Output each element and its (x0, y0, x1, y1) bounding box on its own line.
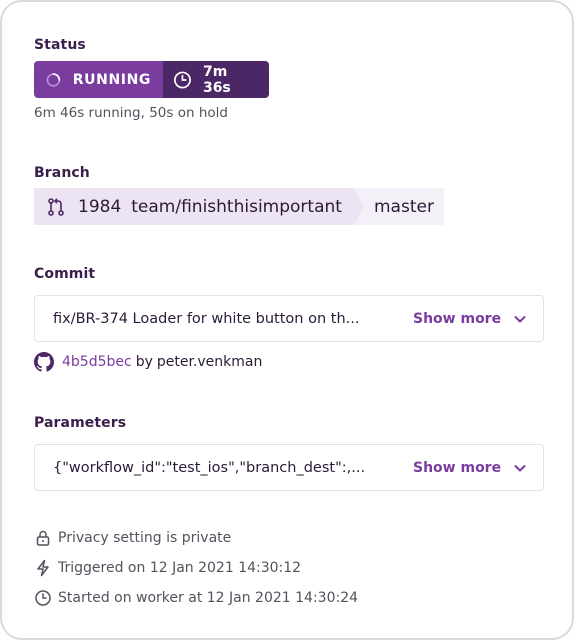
branch-target-name: master (374, 196, 434, 217)
status-duration: 7m 36s (163, 61, 269, 98)
pull-request-icon (48, 197, 64, 216)
branch-pill: 1984 team/finishthisimportant master (34, 188, 444, 225)
status-state-label: RUNNING (72, 71, 151, 88)
commit-show-more-button[interactable]: Show more (413, 311, 527, 327)
parameters-value: {"workflow_id":"test_ios","branch_dest":… (53, 459, 366, 476)
branch-title: Branch (34, 165, 90, 181)
status-duration-label: 7m 36s (202, 63, 231, 96)
branch-source: 1984 team/finishthisimportant (34, 188, 354, 225)
commit-by: by (135, 354, 153, 370)
commit-title: Commit (34, 266, 96, 282)
privacy-text: Privacy setting is private (58, 530, 232, 546)
status-badge: RUNNING 7m 36s (34, 61, 269, 98)
branch-arrow (354, 188, 364, 225)
started-info: Started on worker at 12 Jan 2021 14:30:2… (34, 589, 358, 607)
show-more-label: Show more (413, 310, 502, 327)
commit-hash-link[interactable]: 4b5d5bec (62, 354, 132, 370)
commit-message: fix/BR-374 Loader for white button on th… (53, 310, 360, 327)
parameters-show-more-button[interactable]: Show more (413, 460, 527, 476)
parameters-box: {"workflow_id":"test_ios","branch_dest":… (34, 444, 544, 491)
privacy-info: Privacy setting is private (34, 529, 231, 547)
commit-meta: 4b5d5bec by peter.venkman (34, 352, 262, 372)
status-subtext: 6m 46s running, 50s on hold (34, 105, 228, 121)
clock-icon (35, 590, 51, 606)
lock-icon (36, 530, 50, 546)
started-text: Started on worker at 12 Jan 2021 14:30:2… (58, 590, 359, 606)
github-icon (34, 352, 54, 372)
branch-source-name: team/finishthisimportant (131, 196, 342, 217)
show-more-label: Show more (413, 459, 502, 476)
clock-icon (174, 71, 191, 88)
commit-message-box: fix/BR-374 Loader for white button on th… (34, 295, 544, 342)
status-title: Status (34, 37, 86, 53)
triggered-text: Triggered on 12 Jan 2021 14:30:12 (58, 560, 302, 576)
commit-author: peter.venkman (156, 354, 263, 370)
triggered-info: Triggered on 12 Jan 2021 14:30:12 (34, 559, 301, 577)
build-details-card: Status RUNNING 7m 36s 6m 46s running, 50… (0, 0, 574, 640)
chevron-down-icon (514, 315, 526, 322)
parameters-title: Parameters (34, 415, 127, 431)
lightning-icon (37, 559, 49, 577)
spinner-icon (46, 72, 61, 87)
pr-number: 1984 (78, 196, 122, 217)
branch-target: master (354, 188, 444, 225)
chevron-down-icon (514, 464, 526, 471)
status-running: RUNNING (34, 61, 163, 98)
